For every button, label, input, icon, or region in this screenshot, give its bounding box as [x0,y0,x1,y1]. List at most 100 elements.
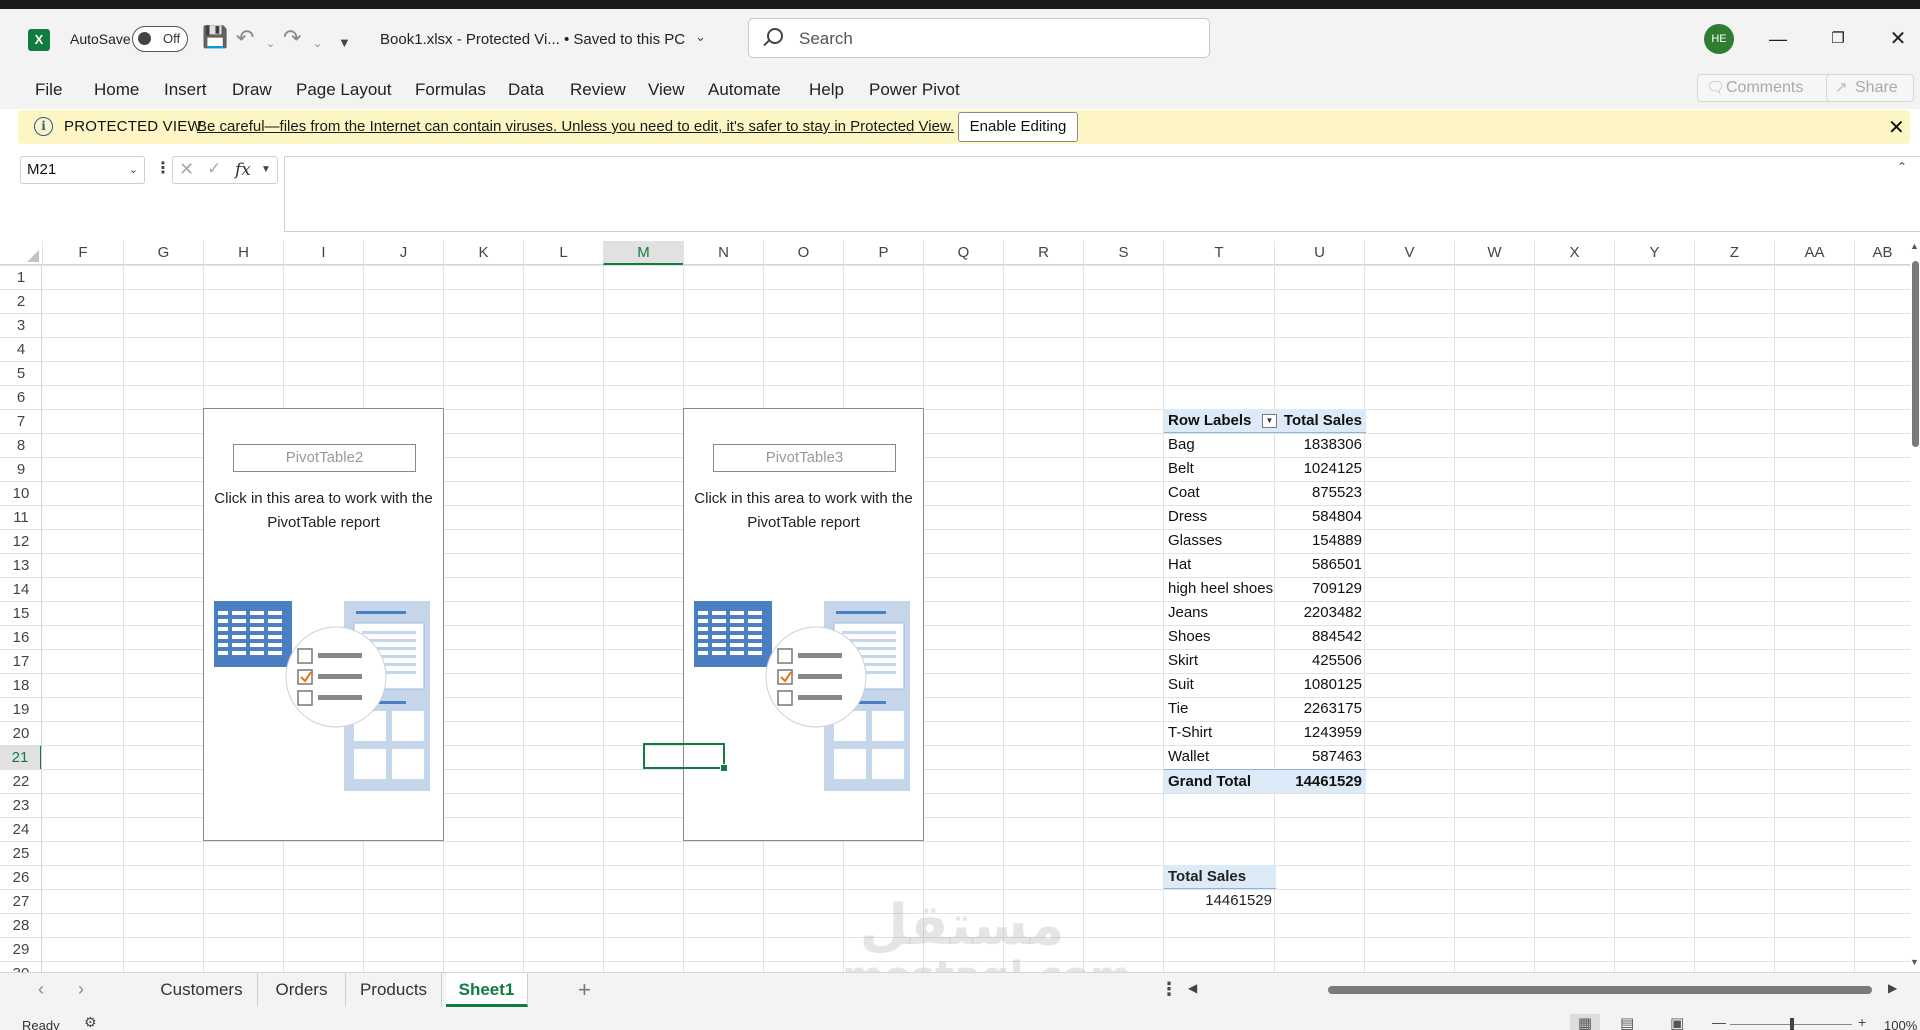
row-header[interactable]: 17 [0,649,41,673]
sheet-tab-products[interactable]: Products [346,973,442,1007]
tab-formulas[interactable]: Formulas [415,80,486,100]
table-row[interactable]: Suit 1080125 [1164,673,1366,697]
sheet-tab-orders[interactable]: Orders [258,973,346,1007]
column-header-selected[interactable]: M [603,241,683,265]
document-title[interactable]: Book1.xlsx - Protected Vi... • Saved to … [380,31,685,48]
comments-button[interactable]: 🗨 Comments [1697,74,1847,102]
tab-help[interactable]: Help [809,80,844,100]
row-header[interactable]: 9 [0,457,41,481]
avatar[interactable]: HE [1704,24,1734,54]
scroll-up-icon[interactable]: ▲ [1910,241,1919,251]
selected-cell-m21[interactable] [643,743,728,772]
row-header[interactable]: 4 [0,337,41,361]
undo-dropdown-icon[interactable]: ⌄ [266,31,275,57]
tab-review[interactable]: Review [570,80,626,100]
column-header[interactable]: V [1364,241,1454,265]
table-row[interactable]: high heel shoes 709129 [1164,577,1366,601]
tab-draw[interactable]: Draw [232,80,272,100]
column-header[interactable]: Q [923,241,1003,265]
column-header[interactable]: O [763,241,843,265]
tab-power-pivot[interactable]: Power Pivot [869,80,960,100]
zoom-slider-thumb[interactable] [1790,1018,1794,1030]
row-header[interactable]: 12 [0,529,41,553]
row-header[interactable]: 8 [0,433,41,457]
row-header[interactable]: 11 [0,505,41,529]
table-row[interactable]: Shoes 884542 [1164,625,1366,649]
column-header[interactable]: W [1454,241,1534,265]
tab-view[interactable]: View [648,80,685,100]
chevron-down-icon[interactable]: ⌄ [695,29,706,45]
more-options-icon[interactable]: ⋮ [1160,979,1178,1000]
select-all-corner[interactable] [0,241,42,265]
more-options-icon[interactable]: ⋮ [155,158,171,178]
search-input[interactable] [799,28,1199,50]
chevron-right-icon[interactable]: › [78,979,84,1000]
row-header[interactable]: 26 [0,865,41,889]
restore-icon[interactable]: ❐ [1818,24,1858,54]
horizontal-scrollbar[interactable]: ◀ ▶ [1188,981,1900,997]
pivot-placeholder-pivottable3[interactable]: PivotTable3 Click in this area to work w… [683,408,924,841]
share-button[interactable]: ↗ Share [1826,74,1914,102]
vertical-scrollbar[interactable]: ▲ ▼ [1910,241,1920,972]
column-header[interactable]: I [283,241,363,265]
add-sheet-icon[interactable]: + [578,977,591,1003]
tab-automate[interactable]: Automate [708,80,781,100]
row-header[interactable]: 18 [0,673,41,697]
formula-input[interactable] [284,156,1920,232]
accessibility-icon[interactable]: ⚙ [84,1014,97,1030]
redo-dropdown-icon[interactable]: ⌄ [313,31,322,57]
name-box[interactable]: M21 ⌄ [20,156,145,184]
row-header[interactable]: 25 [0,841,41,865]
row-header[interactable]: 6 [0,385,41,409]
protected-view-message[interactable]: Be careful—files from the Internet can c… [197,118,954,135]
column-header[interactable]: F [42,241,123,265]
column-header[interactable]: T [1163,241,1274,265]
column-header[interactable]: K [443,241,523,265]
column-header[interactable]: N [683,241,763,265]
customize-qat-icon[interactable]: ▼ [338,30,351,56]
filter-dropdown-icon[interactable]: ▼ [1262,414,1277,428]
cancel-icon[interactable]: ✕ [179,159,194,180]
total-sales-card-value[interactable]: 14461529 [1164,889,1272,913]
column-header[interactable]: P [843,241,923,265]
close-icon[interactable]: ✕ [1878,24,1918,54]
table-row[interactable]: T-Shirt 1243959 [1164,721,1366,745]
collapse-formula-icon[interactable]: ⌃ [1897,160,1907,174]
row-header[interactable]: 7 [0,409,41,433]
column-header[interactable]: AB [1854,241,1910,265]
page-layout-view-icon[interactable]: ▤ [1620,1014,1634,1030]
pivot-placeholder-pivottable2[interactable]: PivotTable2 Click in this area to work w… [203,408,444,841]
row-header[interactable]: 15 [0,601,41,625]
column-header[interactable]: Y [1614,241,1694,265]
row-header[interactable]: 16 [0,625,41,649]
column-header[interactable]: R [1003,241,1083,265]
row-header[interactable]: 28 [0,913,41,937]
page-break-view-icon[interactable]: ▣ [1670,1014,1684,1030]
column-header[interactable]: L [523,241,603,265]
row-header[interactable]: 23 [0,793,41,817]
table-row[interactable]: Skirt 425506 [1164,649,1366,673]
row-header[interactable]: 30 [0,961,41,972]
scroll-thumb[interactable] [1912,261,1919,447]
enter-icon[interactable]: ✓ [207,159,221,179]
insert-function-icon[interactable]: fx [235,160,251,180]
tab-home[interactable]: Home [94,80,139,100]
table-row[interactable]: Coat 875523 [1164,481,1366,505]
scroll-left-icon[interactable]: ◀ [1188,981,1197,995]
pivot-table[interactable]: Row Labels ▼ Total Sales Bag 1838306 Belt… [1164,409,1366,793]
row-header[interactable]: 5 [0,361,41,385]
column-header[interactable]: Z [1694,241,1774,265]
table-row[interactable]: Dress 584804 [1164,505,1366,529]
row-header[interactable]: 19 [0,697,41,721]
tab-insert[interactable]: Insert [164,80,207,100]
minimize-icon[interactable]: — [1758,24,1798,54]
chevron-left-icon[interactable]: ‹ [38,979,44,1000]
tab-data[interactable]: Data [508,80,544,100]
table-row[interactable]: Hat 586501 [1164,553,1366,577]
redo-icon[interactable]: ↷ [283,25,301,51]
row-header[interactable]: 24 [0,817,41,841]
scroll-down-icon[interactable]: ▼ [1910,957,1919,967]
table-row[interactable]: Tie 2263175 [1164,697,1366,721]
row-header[interactable]: 1 [0,265,41,289]
row-header[interactable]: 14 [0,577,41,601]
